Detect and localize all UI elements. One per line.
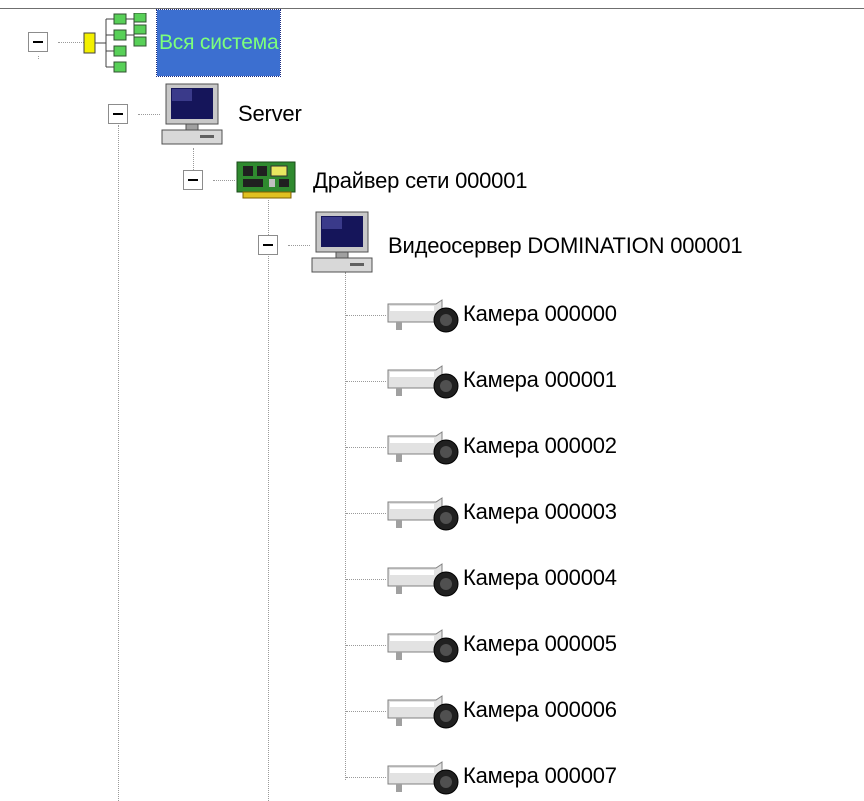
camera-icon: [387, 365, 459, 399]
tree-connector: [346, 315, 386, 316]
device-tree[interactable]: Вся система Server Драйвер сети 000001 В…: [0, 0, 864, 801]
tree-node-label-camera[interactable]: Камера 000001: [463, 366, 617, 394]
camera-icon: [387, 563, 459, 597]
top-border: [0, 8, 864, 9]
tree-node-label-server[interactable]: Server: [238, 100, 302, 128]
tree-node-label-camera[interactable]: Камера 000005: [463, 630, 617, 658]
tree-connector: [138, 114, 160, 115]
tree-connector: [118, 125, 119, 801]
collapse-toggle-root[interactable]: [28, 32, 48, 52]
camera-icon: [387, 629, 459, 663]
tree-connector: [268, 200, 269, 801]
tree-node-label-root[interactable]: Вся система: [155, 9, 282, 77]
tree-connector: [346, 645, 386, 646]
tree-node-label-camera[interactable]: Камера 000003: [463, 498, 617, 526]
tree-connector: [346, 447, 386, 448]
tree-node-label-driver[interactable]: Драйвер сети 000001: [313, 167, 527, 195]
tree-node-label-camera[interactable]: Камера 000007: [463, 762, 617, 790]
collapse-toggle-server[interactable]: [108, 104, 128, 124]
system-tree-icon: [83, 13, 147, 73]
tree-connector: [58, 42, 84, 43]
tree-connector: [288, 245, 310, 246]
collapse-toggle-videoserver[interactable]: [258, 235, 278, 255]
tree-node-label-videoserver[interactable]: Видеосервер DOMINATION 000001: [388, 232, 743, 260]
tree-connector: [346, 579, 386, 580]
camera-icon: [387, 761, 459, 795]
computer-icon: [311, 211, 373, 273]
tree-connector: [346, 381, 386, 382]
tree-connector: [345, 272, 346, 780]
tree-connector: [346, 513, 386, 514]
tree-connector: [346, 777, 386, 778]
tree-connector: [193, 148, 194, 170]
tree-connector: [38, 56, 39, 59]
camera-icon: [387, 431, 459, 465]
tree-connector: [346, 711, 386, 712]
tree-node-label-camera[interactable]: Камера 000004: [463, 564, 617, 592]
collapse-toggle-driver[interactable]: [183, 170, 203, 190]
tree-node-label-camera[interactable]: Камера 000006: [463, 696, 617, 724]
camera-icon: [387, 299, 459, 333]
tree-node-label-camera[interactable]: Камера 000000: [463, 300, 617, 328]
camera-icon: [387, 497, 459, 531]
tree-connector: [213, 180, 235, 181]
computer-icon: [161, 83, 223, 145]
tree-node-label-camera[interactable]: Камера 000002: [463, 432, 617, 460]
network-card-icon: [236, 161, 296, 199]
camera-icon: [387, 695, 459, 729]
